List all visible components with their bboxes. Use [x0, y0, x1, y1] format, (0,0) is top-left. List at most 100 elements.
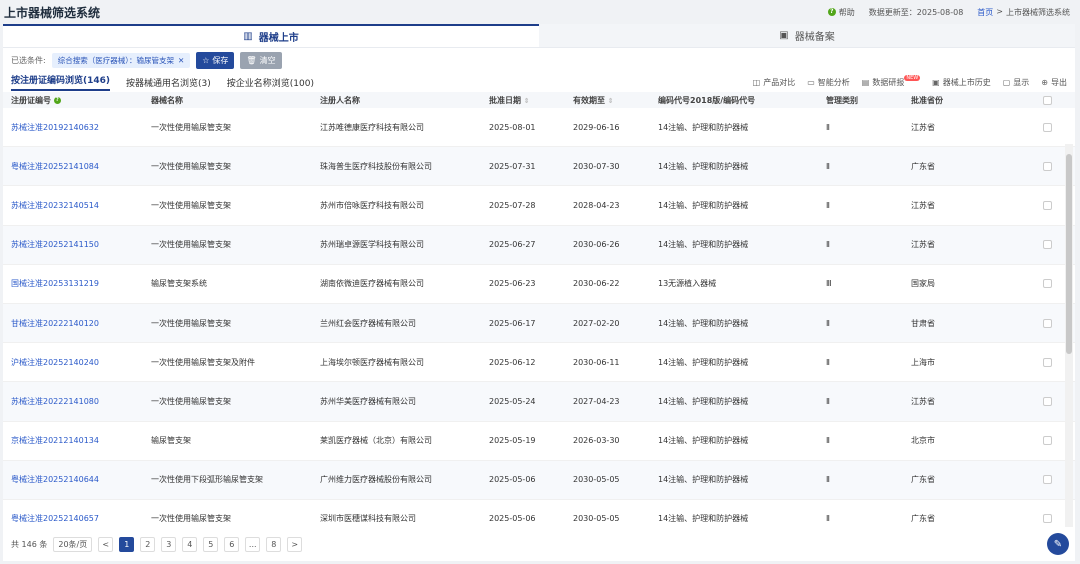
table-row[interactable]: 甘械注准20222140120 一次性使用输尿管支架 兰州红会医疗器械有限公司 202… [3, 303, 1075, 344]
reg-no-link[interactable]: 粤械注准20252141084 [3, 161, 143, 172]
tab-device-listing[interactable]: ▥ 器械上市 [3, 24, 539, 47]
analysis-button[interactable]: ▭ 智能分析 [807, 77, 850, 88]
reg-no-link[interactable]: 京械注准20212140134 [3, 435, 143, 446]
clear-button[interactable]: 🗑 清空 [240, 51, 282, 69]
table-row[interactable]: 苏械注准20222141080 一次性使用输尿管支架 苏州华美医疗器械有限公司 202… [3, 382, 1075, 422]
row-checkbox[interactable] [1042, 357, 1052, 367]
expire-date: 2028-04-23 [573, 200, 620, 210]
select-all-checkbox[interactable] [1042, 95, 1052, 105]
sort-icon[interactable]: ⇕ [608, 97, 614, 105]
reg-no-link[interactable]: 苏械注准20232140514 [3, 200, 143, 211]
code: 14注输、护理和防护器械 [658, 161, 749, 171]
page-size-select[interactable]: 20条/页 [53, 536, 93, 552]
row-checkbox[interactable] [1042, 436, 1052, 446]
approve-date: 2025-07-28 [489, 200, 536, 210]
page-ellipsis[interactable]: ... [245, 536, 261, 552]
toolbar: ◫ 产品对比 ▭ 智能分析 ▤ 数据研报 NEW ▣ 器械上市历史 ▢ 显示 ⊕ 导出 [753, 72, 1067, 92]
mgmt-class: Ⅱ [826, 318, 830, 328]
row-checkbox[interactable] [1042, 122, 1052, 132]
reg-no-link[interactable]: 国械注准20253131219 [3, 278, 143, 289]
table-scrollbar[interactable] [1065, 144, 1073, 552]
device-name: 输尿管支架 [151, 436, 191, 446]
scroll-thumb[interactable] [1066, 154, 1072, 354]
export-icon: ⊕ [1041, 77, 1048, 87]
record-icon: ▣ [779, 30, 789, 41]
page-button[interactable]: 3 [161, 536, 177, 552]
col-company: 注册人名称 [320, 95, 360, 105]
reg-no-link[interactable]: 苏械注准20252141150 [3, 239, 143, 250]
tab-device-record[interactable]: ▣ 器械备案 [539, 24, 1075, 47]
expire-date: 2030-06-11 [573, 357, 620, 367]
table-row[interactable]: 京械注准20212140134 输尿管支架 莱凯医疗器械（北京）有限公司 2025-0… [3, 422, 1075, 461]
page-button[interactable]: 8 [266, 536, 282, 552]
row-checkbox[interactable] [1042, 161, 1052, 171]
row-checkbox[interactable] [1042, 279, 1052, 289]
table-row[interactable]: 沪械注准20252140240 一次性使用输尿管支架及附件 上海埃尔顿医疗器械有限公… [3, 343, 1075, 383]
province: 北京市 [911, 436, 935, 446]
code: 14注输、护理和防护器械 [658, 318, 749, 328]
close-icon[interactable]: ✕ [178, 56, 184, 65]
tab-by-generic-name[interactable]: 按器械通用名浏览(3) [126, 76, 211, 89]
page-button[interactable]: 2 [140, 536, 156, 552]
table-row[interactable]: 苏械注准20232140514 一次性使用输尿管支架 苏州市倍咏医疗科技有限公司 20… [3, 186, 1075, 226]
help-icon[interactable]: ? [53, 96, 61, 104]
table-row[interactable]: 苏械注准20192140632 一次性使用输尿管支架 江苏唯德康医疗科技有限公司 20… [3, 108, 1075, 148]
star-icon: ☆ [202, 55, 210, 65]
page-button[interactable]: 1 [119, 536, 135, 552]
history-button[interactable]: ▣ 器械上市历史 [932, 77, 991, 88]
reg-no-link[interactable]: 粤械注准20252140657 [3, 513, 143, 524]
compare-button[interactable]: ◫ 产品对比 [753, 77, 796, 88]
province: 国家局 [911, 279, 935, 289]
company-name: 莱凯医疗器械（北京）有限公司 [320, 436, 432, 446]
filter-chip[interactable]: 综合搜索（医疗器械）：输尿管支架 ✕ [51, 52, 191, 68]
row-checkbox[interactable] [1042, 240, 1052, 250]
select-cell [1037, 318, 1057, 328]
breadcrumb-home[interactable]: 首页 [977, 7, 993, 18]
row-checkbox[interactable] [1042, 514, 1052, 524]
table-row[interactable]: 粤械注准20252140644 一次性使用下段弧形输尿管支架 广州维力医疗器械股份有… [3, 460, 1075, 500]
province: 江苏省 [911, 122, 935, 132]
page-button[interactable]: 5 [203, 536, 219, 552]
display-button[interactable]: ▢ 显示 [1003, 77, 1030, 88]
device-name: 输尿管支架系统 [151, 279, 207, 289]
tab-by-company[interactable]: 按企业名称浏览(100) [227, 76, 314, 89]
table-row[interactable]: 粤械注准20252141084 一次性使用输尿管支架 珠海普生医疗科技股份有限公司 2… [3, 147, 1075, 187]
col-reg-no: 注册证编号 ? [3, 95, 143, 106]
table-row[interactable]: 国械注准20253131219 输尿管支架系统 湖南依微迪医疗器械有限公司 2025-… [3, 265, 1075, 304]
row-checkbox[interactable] [1042, 475, 1052, 485]
save-button[interactable]: ☆ 保存 [196, 51, 235, 69]
expire-date: 2030-07-30 [573, 161, 620, 171]
row-checkbox[interactable] [1042, 396, 1052, 406]
col-approve-date[interactable]: 批准日期 ⇕ [481, 95, 565, 106]
select-cell [1037, 396, 1057, 406]
select-cell [1037, 436, 1057, 446]
export-button[interactable]: ⊕ 导出 [1041, 77, 1067, 88]
feedback-icon[interactable]: ✎ [1047, 533, 1069, 555]
page-button[interactable]: 6 [224, 536, 240, 552]
company-name: 江苏唯德康医疗科技有限公司 [320, 122, 424, 132]
sort-icon[interactable]: ⇕ [524, 97, 530, 105]
reg-no-link[interactable]: 苏械注准20222141080 [3, 396, 143, 407]
next-page-button[interactable]: > [287, 536, 303, 552]
reg-no-link[interactable]: 苏械注准20192140632 [3, 122, 143, 133]
row-checkbox[interactable] [1042, 200, 1052, 210]
help-icon: ? [827, 8, 836, 16]
reg-no-link[interactable]: 沪械注准20252140240 [3, 357, 143, 368]
filter-row: 已选条件: 综合搜索（医疗器械）：输尿管支架 ✕ ☆ 保存 🗑 清空 [3, 48, 1075, 72]
reg-no-link[interactable]: 甘械注准20222140120 [3, 318, 143, 329]
approve-date: 2025-06-17 [489, 318, 536, 328]
row-checkbox[interactable] [1042, 318, 1052, 328]
tab-by-reg-code[interactable]: 按注册证编码浏览(146) [11, 73, 111, 91]
select-cell [1037, 279, 1057, 289]
table-row[interactable]: 苏械注准20252141150 一次性使用输尿管支架 苏州瑞卓源医学科技有限公司 20… [3, 225, 1075, 265]
reg-no-link[interactable]: 粤械注准20252140644 [3, 474, 143, 485]
col-expire-date[interactable]: 有效期至 ⇕ [565, 95, 650, 106]
prev-page-button[interactable]: < [98, 536, 114, 552]
page-button[interactable]: 4 [182, 536, 198, 552]
company-name: 苏州市倍咏医疗科技有限公司 [320, 200, 424, 210]
help-link[interactable]: ? 帮助 [827, 7, 855, 18]
province: 上海市 [911, 357, 935, 367]
company-name: 兰州红会医疗器械有限公司 [320, 318, 416, 328]
report-button[interactable]: ▤ 数据研报 NEW [862, 75, 921, 88]
update-date: 数据更新至：2025-08-08 [868, 7, 964, 17]
